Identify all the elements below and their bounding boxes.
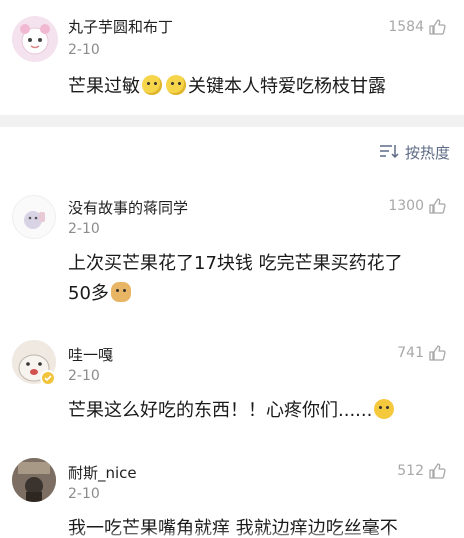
- like-count: 741: [397, 345, 424, 361]
- thumbs-up-icon: [428, 462, 446, 480]
- username[interactable]: 哇一嘎: [68, 344, 113, 365]
- shy-emoji-icon: [142, 75, 162, 95]
- like-button[interactable]: 741: [397, 344, 446, 362]
- thumbs-up-icon: [428, 18, 446, 36]
- laugh-cry-emoji-icon: [374, 399, 395, 419]
- username[interactable]: 耐斯_nice: [68, 462, 137, 483]
- like-button[interactable]: 1300: [388, 197, 446, 215]
- comment-date: 2-10: [68, 486, 100, 502]
- doge-emoji-icon: [110, 282, 131, 302]
- comment-item: 耐斯_nice 2-10 512 我一吃芒果嘴角就痒 我就边痒边吃丝毫不: [0, 450, 464, 538]
- verified-badge-icon: [40, 370, 56, 386]
- like-count: 512: [397, 463, 424, 479]
- comment-date: 2-10: [68, 368, 100, 384]
- comment-date: 2-10: [68, 221, 100, 237]
- section-divider: [0, 115, 464, 127]
- avatar[interactable]: [12, 16, 58, 62]
- comment-item: 哇一嘎 2-10 741 芒果这么好吃的东西！！心疼你们......: [0, 330, 464, 440]
- sort-label: 按热度: [404, 144, 450, 162]
- thumbs-up-icon: [428, 344, 446, 362]
- avatar[interactable]: [12, 195, 56, 239]
- comment-text: 上次买芒果花了17块钱 吃完芒果买药花了 50多: [68, 253, 403, 304]
- comment-text: 我一吃芒果嘴角就痒 我就边痒边吃丝毫不: [68, 518, 398, 538]
- username[interactable]: 没有故事的蒋同学: [68, 197, 188, 218]
- like-button[interactable]: 1584: [388, 18, 446, 36]
- comment-text: 芒果这么好吃的东西！！心疼你们......: [68, 396, 396, 426]
- comment-item: 丸子芋圆和布丁 2-10 1584 芒果过敏 关键本人特爱吃杨枝甘露: [0, 0, 464, 115]
- sort-icon: [379, 143, 399, 163]
- comment-text: 芒果过敏 关键本人特爱吃杨枝甘露: [68, 75, 386, 97]
- username[interactable]: 丸子芋圆和布丁: [68, 16, 173, 37]
- like-count: 1584: [388, 19, 424, 35]
- sort-toggle[interactable]: 按热度: [379, 142, 450, 163]
- comment-date: 2-10: [68, 42, 100, 58]
- comment-item: 没有故事的蒋同学 2-10 1300 上次买芒果花了17块钱 吃完芒果买药花了 …: [0, 185, 464, 325]
- shy-emoji-icon: [166, 75, 186, 95]
- like-button[interactable]: 512: [397, 462, 446, 480]
- thumbs-up-icon: [428, 197, 446, 215]
- avatar[interactable]: [12, 458, 56, 502]
- like-count: 1300: [388, 198, 424, 214]
